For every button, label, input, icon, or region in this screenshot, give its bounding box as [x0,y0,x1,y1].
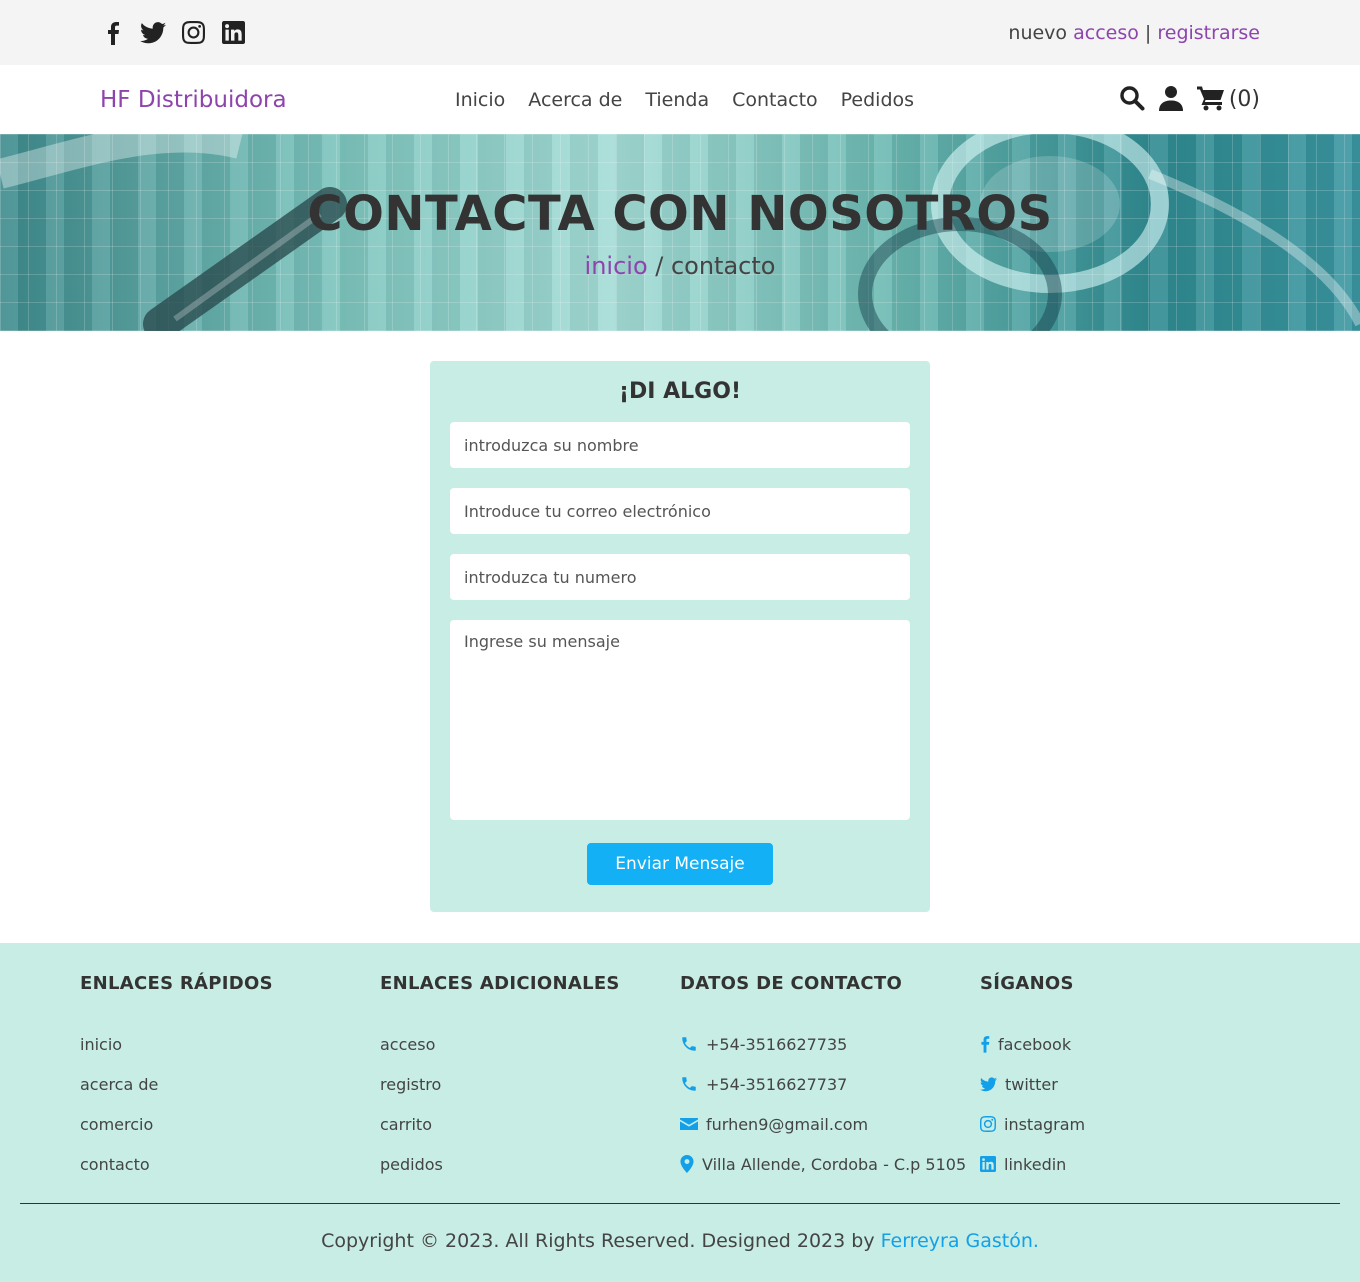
linkedin-icon[interactable] [220,20,246,46]
page-title: CONTACTA CON NOSOTROS [307,186,1053,242]
account-separator: | [1144,21,1152,44]
facebook-label: facebook [998,1034,1072,1054]
phone-2-text: +54-3516627737 [706,1074,848,1094]
contact-form: ¡DI ALGO! Enviar Mensaje [430,361,930,912]
footer-quick-title: ENLACES RÁPIDOS [80,973,273,994]
main-nav: Inicio Acerca de Tienda Contacto Pedidos [455,89,914,111]
breadcrumb: inicio / contacto [0,252,1360,280]
user-icon[interactable] [1158,85,1183,115]
footer-link-carrito[interactable]: carrito [380,1104,680,1144]
footer-link-acerca-de[interactable]: acerca de [80,1064,380,1104]
email-field[interactable] [450,488,910,534]
number-field[interactable] [450,554,910,600]
footer-follow-title: SÍGANOS [980,973,1074,994]
linkedin-label: linkedin [1004,1154,1067,1174]
instagram-label: instagram [1004,1114,1086,1134]
footer-phone-1[interactable]: +54-3516627735 [680,1024,980,1064]
address-text: Villa Allende, Cordoba - C.p 5105 [702,1154,967,1174]
twitter-icon[interactable] [140,20,166,46]
nav-pedidos[interactable]: Pedidos [841,89,914,111]
footer-twitter-link[interactable]: twitter [980,1064,1280,1104]
footer-extra-links: ENLACES ADICIONALES acceso registro carr… [380,973,680,1203]
footer-link-pedidos[interactable]: pedidos [380,1144,680,1184]
search-icon[interactable] [1119,85,1145,115]
footer-extra-title: ENLACES ADICIONALES [380,973,620,994]
footer-columns: ENLACES RÁPIDOS inicio acerca de comerci… [20,973,1340,1203]
phone-1-text: +54-3516627735 [706,1034,848,1054]
nav-contacto[interactable]: Contacto [732,89,818,111]
footer-link-acceso[interactable]: acceso [380,1024,680,1064]
envelope-icon [680,1118,698,1130]
footer-link-comercio[interactable]: comercio [80,1104,380,1144]
footer: ENLACES RÁPIDOS inicio acerca de comerci… [0,943,1360,1282]
copyright: Copyright © 2023. All Rights Reserved. D… [20,1204,1340,1252]
nav-tienda[interactable]: Tienda [645,89,709,111]
breadcrumb-separator: / [647,252,671,280]
footer-follow: SÍGANOS facebook twitter instagram linke… [980,973,1280,1203]
footer-phone-2[interactable]: +54-3516627737 [680,1064,980,1104]
map-pin-icon [680,1155,694,1173]
footer-address: Villa Allende, Cordoba - C.p 5105 [680,1144,980,1184]
footer-instagram-link[interactable]: instagram [980,1104,1280,1144]
main-header: HF Distribuidora Inicio Acerca de Tienda… [0,65,1360,134]
footer-contact-title: DATOS DE CONTACTO [680,973,903,994]
breadcrumb-home[interactable]: inicio [585,252,648,280]
instagram-icon[interactable] [180,20,206,46]
cart-icon [1196,85,1225,115]
top-bar: nuevo acceso | registrarse [0,0,1360,65]
footer-facebook-link[interactable]: facebook [980,1024,1280,1064]
header-icons: (0) [1119,85,1260,115]
breadcrumb-current: contacto [670,252,776,280]
author-link[interactable]: Ferreyra Gastón. [881,1230,1039,1252]
nav-acerca-de[interactable]: Acerca de [528,89,622,111]
account-links: nuevo acceso | registrarse [1008,22,1260,44]
cart-count: (0) [1228,87,1260,112]
social-links [100,20,246,46]
twitter-label: twitter [1005,1074,1058,1094]
footer-email[interactable]: furhen9@gmail.com [680,1104,980,1144]
phone-icon [682,1077,696,1091]
facebook-icon[interactable] [100,20,126,46]
footer-contact: DATOS DE CONTACTO +54-3516627735 +54-351… [680,973,980,1203]
send-message-button[interactable]: Enviar Mensaje [587,843,773,885]
facebook-icon [981,1036,990,1053]
message-field[interactable] [450,620,910,820]
nav-inicio[interactable]: Inicio [455,89,505,111]
site-logo[interactable]: HF Distribuidora [100,87,455,113]
instagram-icon [980,1116,996,1132]
form-heading: ¡DI ALGO! [619,379,741,404]
footer-link-inicio[interactable]: inicio [80,1024,380,1064]
contact-section: ¡DI ALGO! Enviar Mensaje [0,331,1360,943]
footer-link-registro[interactable]: registro [380,1064,680,1104]
account-prefix: nuevo [1008,21,1068,44]
footer-linkedin-link[interactable]: linkedin [980,1144,1280,1184]
email-text: furhen9@gmail.com [706,1114,869,1134]
twitter-icon [980,1076,997,1091]
page-banner: CONTACTA CON NOSOTROS inicio / contacto [0,134,1360,331]
register-link[interactable]: registrarse [1157,22,1260,44]
footer-link-contacto[interactable]: contacto [80,1144,380,1184]
linkedin-icon [980,1156,996,1172]
copyright-text: Copyright © 2023. All Rights Reserved. D… [321,1230,881,1252]
phone-icon [682,1037,696,1051]
footer-quick-links: ENLACES RÁPIDOS inicio acerca de comerci… [80,973,380,1203]
login-link[interactable]: acceso [1073,22,1139,44]
name-field[interactable] [450,422,910,468]
cart-button[interactable]: (0) [1196,85,1260,115]
